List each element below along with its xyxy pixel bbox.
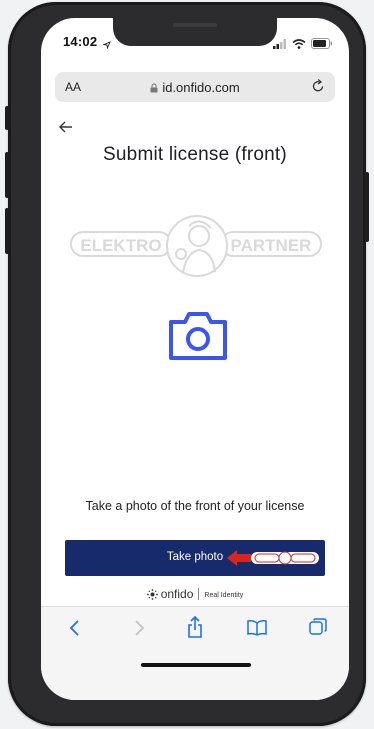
mascot-icon <box>166 215 228 277</box>
onfido-logo-icon <box>146 589 158 603</box>
wifi-icon <box>292 36 306 54</box>
footer-divider <box>198 588 200 600</box>
phone-frame: 14:02 AA id.onfido.com Submit license (f… <box>5 2 369 726</box>
share-icon[interactable] <box>187 615 203 643</box>
onfido-tagline: Real Identity <box>204 592 244 599</box>
side-button-mute <box>5 106 9 130</box>
bookmarks-icon[interactable] <box>247 620 267 641</box>
chevron-left-icon[interactable] <box>69 619 81 642</box>
elektro-partner-watermark: ELEKTRO PARTNER <box>70 215 322 277</box>
back-arrow-icon[interactable] <box>59 120 73 138</box>
lock-icon <box>150 81 158 96</box>
promo-arrow-logo <box>227 550 319 566</box>
onfido-brand: onfido <box>160 587 194 601</box>
watermark-text-right: PARTNER <box>231 236 312 255</box>
side-button-power <box>365 172 369 242</box>
address-bar[interactable]: AA id.onfido.com <box>55 72 335 102</box>
phone-screen: 14:02 AA id.onfido.com Submit license (f… <box>41 18 349 700</box>
take-photo-button[interactable]: Take photo <box>65 540 325 576</box>
safari-toolbar <box>41 606 349 700</box>
page-title: Submit license (front) <box>103 144 287 165</box>
url-display[interactable]: id.onfido.com <box>55 80 335 96</box>
chevron-right-icon[interactable] <box>133 619 145 642</box>
url-text: id.onfido.com <box>162 80 240 95</box>
watermark-text-left: ELEKTRO <box>80 236 161 255</box>
status-icons <box>273 36 333 54</box>
battery-icon <box>311 36 333 54</box>
location-icon <box>102 36 111 54</box>
status-bar: 14:02 <box>41 18 349 60</box>
camera-icon[interactable] <box>167 310 229 367</box>
instruction-text: Take a photo of the front of your licens… <box>85 499 305 513</box>
side-button-volume-down <box>5 208 9 254</box>
onfido-footer: onfido Real Identity <box>41 587 349 603</box>
status-time: 14:02 <box>63 34 98 49</box>
home-indicator[interactable] <box>141 663 251 667</box>
side-button-volume-up <box>5 152 9 198</box>
signal-icon <box>273 36 287 54</box>
reload-icon[interactable] <box>310 78 326 99</box>
tabs-icon[interactable] <box>309 618 327 641</box>
